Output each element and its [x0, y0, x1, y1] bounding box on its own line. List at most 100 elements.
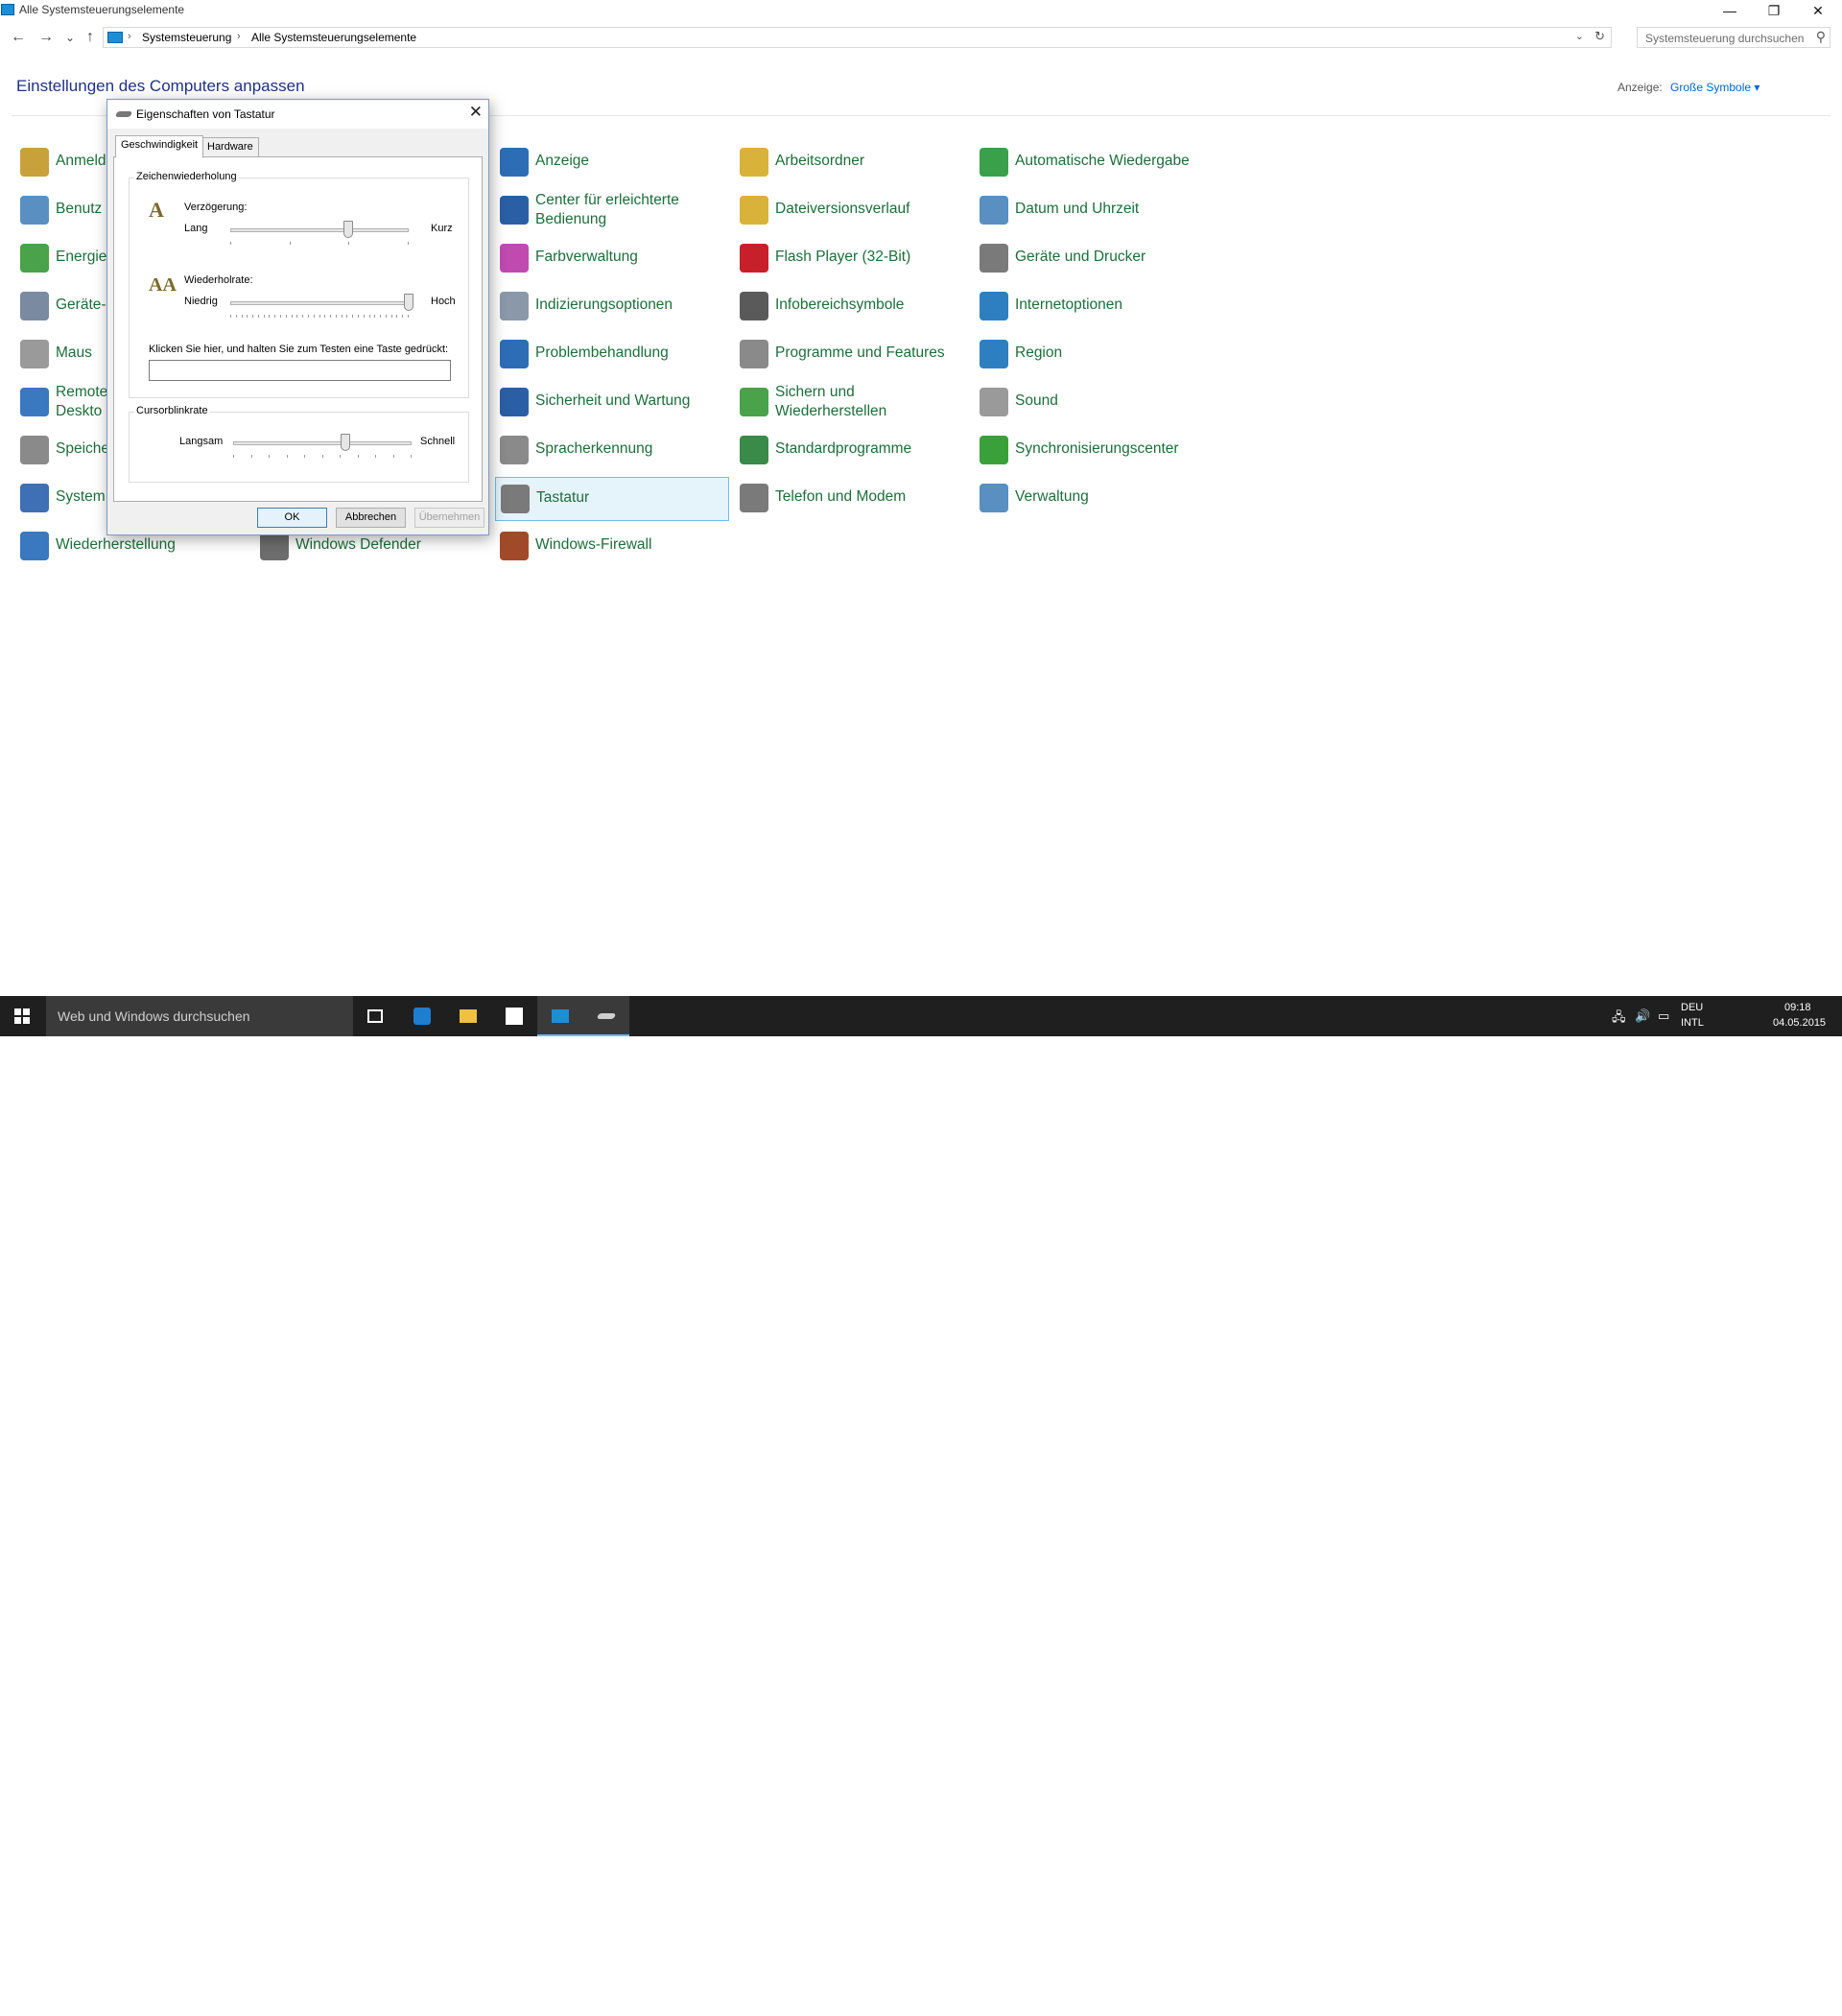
up-button[interactable]: ↑ — [80, 29, 101, 46]
windows-logo-icon — [14, 1008, 30, 1024]
control-panel-item[interactable]: Verwaltung — [975, 477, 1209, 521]
delay-slider-thumb[interactable] — [342, 221, 353, 238]
network-icon[interactable]: 🖧 — [1612, 1008, 1626, 1030]
dialog-close-button[interactable]: ✕ — [469, 103, 483, 122]
control-panel-item[interactable]: Anzeige — [495, 141, 729, 185]
taskbar-explorer-button[interactable] — [445, 996, 491, 1036]
control-panel-item-label: Spracherkennung — [535, 440, 653, 457]
delay-slider-ticks — [230, 242, 409, 246]
credential-manager-icon — [20, 148, 49, 177]
control-panel-item[interactable]: Sicherheit und Wartung — [495, 381, 729, 425]
taskbar-keyboard-button[interactable] — [583, 996, 629, 1036]
sound-icon — [980, 388, 1008, 416]
control-panel-item-label: Programme und Features — [775, 344, 945, 361]
control-panel-item-label: Flash Player (32-Bit) — [775, 249, 911, 265]
control-panel-item[interactable]: Center für erleichterte Bedienung — [495, 189, 729, 233]
flash-player-icon — [740, 244, 768, 273]
control-panel-item-label: Geräte und Drucker — [1015, 249, 1146, 265]
start-button[interactable] — [0, 996, 46, 1036]
breadcrumb-separator: › — [237, 31, 241, 42]
cancel-button[interactable]: Abbrechen — [336, 508, 406, 528]
repeat-group: Zeichenwiederholung A Verzögerung: Lang … — [129, 171, 469, 398]
tab-geschwindigkeit[interactable]: Geschwindigkeit — [115, 135, 204, 158]
control-panel-item-label: Farbverwaltung — [535, 249, 638, 265]
blink-slider-ticks — [233, 455, 412, 459]
control-panel-item[interactable]: Sichern und Wiederherstellen — [735, 381, 969, 425]
taskbar-browser-button[interactable] — [399, 996, 445, 1036]
rate-slider-thumb[interactable] — [404, 294, 413, 311]
control-panel-item[interactable]: Synchronisierungscenter — [975, 429, 1209, 473]
control-panel-item[interactable]: Internetoptionen — [975, 285, 1209, 329]
back-button[interactable]: ← — [8, 29, 29, 46]
minimize-button[interactable]: — — [1708, 0, 1752, 23]
keyboard-layout[interactable]: INTL — [1681, 1017, 1704, 1029]
taskbar-control-panel-button[interactable] — [537, 996, 583, 1036]
volume-icon[interactable]: 🔊 — [1635, 1008, 1650, 1024]
phone-modem-icon — [740, 484, 768, 512]
control-panel-item[interactable]: Farbverwaltung — [495, 237, 729, 281]
control-panel-item[interactable]: Geräte und Drucker — [975, 237, 1209, 281]
file-explorer-icon — [460, 1009, 477, 1023]
repeat-group-label: Zeichenwiederholung — [134, 171, 239, 182]
rate-min-label: Niedrig — [184, 296, 218, 307]
control-panel-item[interactable]: Dateiversionsverlauf — [735, 189, 969, 233]
search-icon[interactable]: ⚲ — [1816, 29, 1826, 45]
ease-of-access-icon — [500, 196, 529, 225]
control-panel-item[interactable]: Sound — [975, 381, 1209, 425]
delay-slider-track[interactable] — [230, 228, 409, 232]
control-panel-item-label: Windows Defender — [295, 536, 421, 553]
control-panel-item[interactable]: Programme und Features — [735, 333, 969, 377]
control-panel-item[interactable]: Automatische Wiedergabe — [975, 141, 1209, 185]
taskbar-search-input[interactable]: Web und Windows durchsuchen — [46, 996, 353, 1036]
control-panel-item[interactable]: Flash Player (32-Bit) — [735, 237, 969, 281]
chevron-down-icon[interactable]: ⌄ — [1575, 30, 1584, 42]
control-panel-item[interactable]: Indizierungsoptionen — [495, 285, 729, 329]
view-selector[interactable]: Große Symbole ▾ — [1670, 81, 1759, 94]
control-panel-item[interactable]: Standardprogramme — [735, 429, 969, 473]
forward-button[interactable]: → — [35, 29, 57, 46]
control-panel-item[interactable]: Region — [975, 333, 1209, 377]
control-panel-item-label: Windows-Firewall — [535, 536, 652, 553]
control-panel-item[interactable]: Infobereichsymbole — [735, 285, 969, 329]
test-label: Klicken Sie hier, und halten Sie zum Tes… — [149, 344, 449, 355]
administrative-tools-icon — [980, 484, 1008, 512]
recent-locations-button[interactable]: ⌄ — [59, 31, 81, 44]
language-code[interactable]: DEU — [1681, 1002, 1703, 1013]
tab-hardware[interactable]: Hardware — [201, 137, 259, 157]
control-panel-item[interactable]: Problembehandlung — [495, 333, 729, 377]
clock-date[interactable]: 04.05.2015 — [1773, 1017, 1826, 1029]
control-panel-item[interactable]: Tastatur — [495, 477, 729, 521]
rate-slider-track[interactable] — [230, 301, 409, 305]
blink-slider-thumb[interactable] — [341, 434, 351, 451]
window-title: Alle Systemsteuerungselemente — [19, 3, 185, 16]
search-input[interactable]: Systemsteuerung durchsuchen ⚲ — [1637, 27, 1830, 48]
control-panel-item[interactable]: Windows-Firewall — [495, 525, 729, 569]
control-panel-item[interactable]: Spracherkennung — [495, 429, 729, 473]
close-button[interactable]: ✕ — [1796, 0, 1840, 23]
breadcrumb-all-items[interactable]: Alle Systemsteuerungselemente — [251, 31, 416, 44]
notifications-icon[interactable]: ▭ — [1658, 1008, 1669, 1024]
control-panel-icon — [552, 1009, 569, 1023]
security-maintenance-icon — [500, 388, 529, 416]
blink-slider-track[interactable] — [233, 441, 412, 445]
taskbar-store-button[interactable] — [491, 996, 537, 1036]
refresh-icon[interactable]: ↻ — [1594, 29, 1605, 44]
control-panel-item[interactable]: Datum und Uhrzeit — [975, 189, 1209, 233]
breadcrumb-systemsteuerung[interactable]: Systemsteuerung — [142, 31, 231, 44]
ok-button[interactable]: OK — [257, 508, 327, 528]
control-panel-item-label: Indizierungsoptionen — [535, 296, 673, 313]
control-panel-item[interactable]: Arbeitsordner — [735, 141, 969, 185]
task-view-button[interactable] — [353, 996, 399, 1036]
control-panel-item[interactable]: Telefon und Modem — [735, 477, 969, 521]
address-bar[interactable]: › Systemsteuerung › Alle Systemsteuerung… — [103, 27, 1612, 48]
clock-time[interactable]: 09:18 — [1784, 1002, 1811, 1013]
restore-button[interactable]: ❐ — [1752, 0, 1796, 23]
key-test-field[interactable] — [149, 360, 451, 381]
system-icon — [20, 484, 49, 512]
mouse-icon — [20, 340, 49, 368]
blink-min-label: Langsam — [179, 436, 224, 447]
keyboard-icon — [596, 1013, 617, 1019]
programs-features-icon — [740, 340, 768, 368]
dialog-title: Eigenschaften von Tastatur — [136, 107, 275, 121]
control-panel-item-label: Sicherheit und Wartung — [535, 392, 691, 409]
